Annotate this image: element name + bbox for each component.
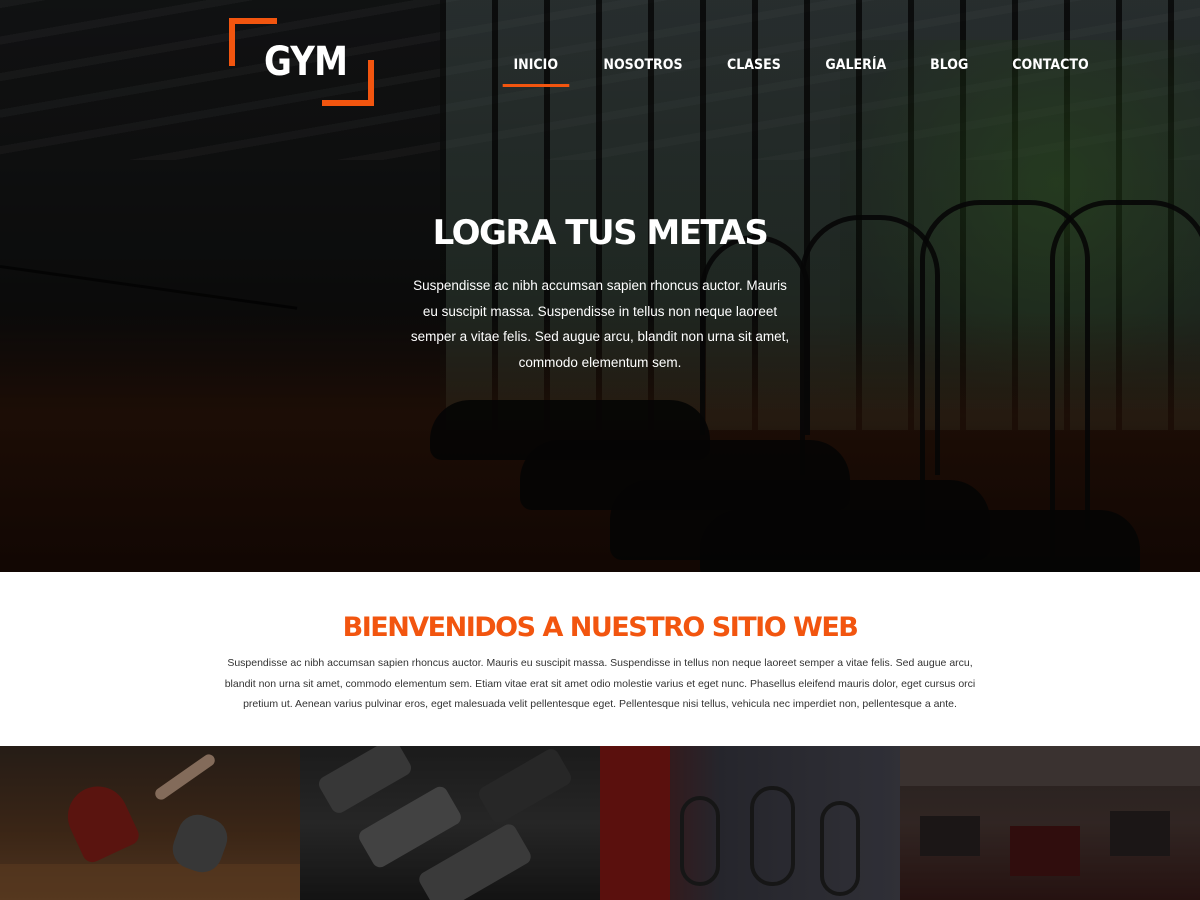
welcome-title: BIENVENIDOS A NUESTRO SITIO WEB [342,612,859,643]
hero-description: Suspendisse ac nibh accumsan sapien rhon… [410,278,790,370]
site-logo[interactable]: GYM [229,18,374,106]
welcome-description: Suspendisse ac nibh accumsan sapien rhon… [224,657,976,710]
main-nav: INICIO NOSOTROS CLASES GALERÍA BLOG CONT… [497,55,1117,87]
welcome-section: BIENVENIDOS A NUESTRO SITIO WEB Suspendi… [0,572,1200,746]
logo-text: GYM [264,39,348,85]
nav-item-galeria[interactable]: GALERÍA [813,55,899,87]
gallery-image-dumbbells[interactable] [300,746,600,900]
nav-item-contacto[interactable]: CONTACTO [1000,55,1102,87]
gallery-image-weight-room[interactable] [900,746,1200,900]
gallery-strip [0,746,1200,900]
hero-title: LOGRA TUS METAS [432,213,769,253]
nav-item-clases[interactable]: CLASES [715,55,794,87]
nav-item-nosotros[interactable]: NOSOTROS [590,55,694,87]
hero-section: GYM INICIO NOSOTROS CLASES GALERÍA BLOG … [0,0,1200,572]
gallery-image-spin-bikes[interactable] [600,746,900,900]
nav-item-blog[interactable]: BLOG [917,55,980,87]
nav-item-inicio[interactable]: INICIO [501,55,571,87]
gallery-image-stretching-class[interactable] [0,746,300,900]
